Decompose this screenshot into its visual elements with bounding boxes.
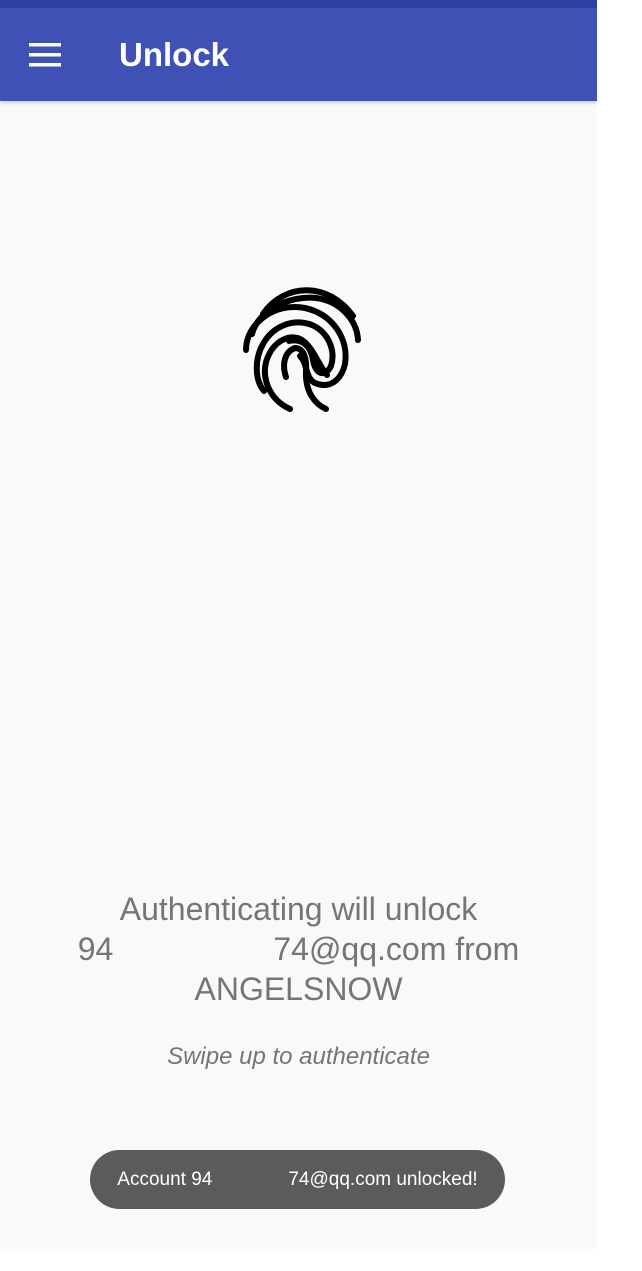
status-bar bbox=[0, 0, 597, 8]
fingerprint-icon[interactable] bbox=[233, 280, 363, 418]
unlock-screen: Unlock Authenticating will unlock 94 74@… bbox=[0, 0, 597, 1249]
unlock-message: Authenticating will unlock 94 74@qq.com … bbox=[77, 891, 520, 1007]
toast-text: Account 94 74@qq.com unlocked! bbox=[117, 1168, 478, 1190]
menu-button[interactable] bbox=[16, 26, 74, 84]
app-bar: Unlock bbox=[0, 8, 597, 101]
toast-notification: Account 94 74@qq.com unlocked! bbox=[90, 1150, 505, 1209]
swipe-hint: Swipe up to authenticate bbox=[167, 1043, 430, 1070]
hamburger-menu-icon bbox=[29, 43, 61, 67]
page-title: Unlock bbox=[119, 36, 230, 73]
